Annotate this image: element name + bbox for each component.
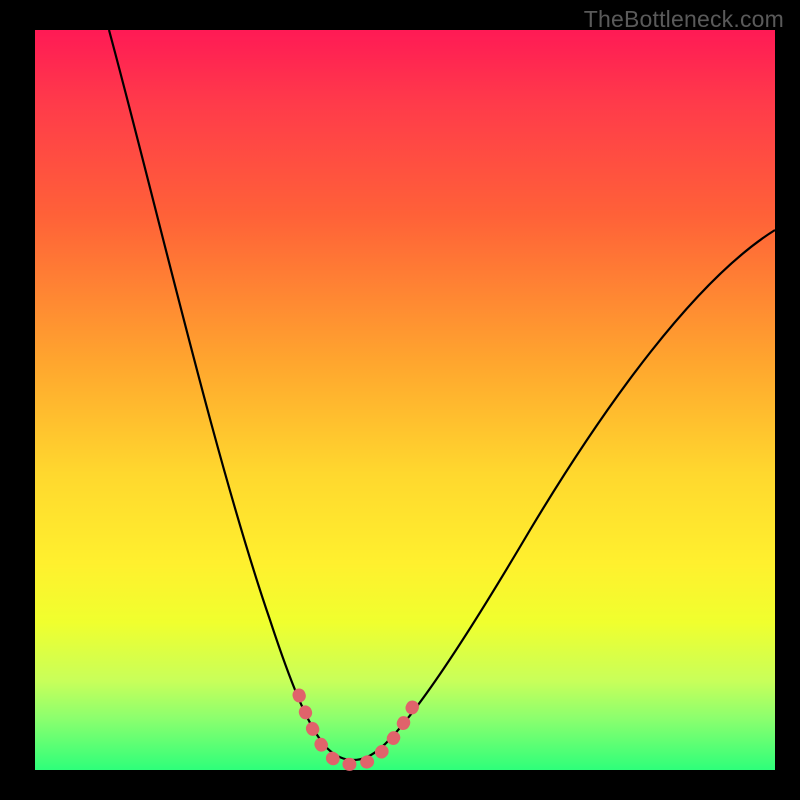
watermark-label: TheBottleneck.com <box>584 6 784 33</box>
curve-svg <box>35 30 775 770</box>
chart-frame: TheBottleneck.com <box>0 0 800 800</box>
bottleneck-curve <box>109 30 775 760</box>
plot-area <box>35 30 775 770</box>
